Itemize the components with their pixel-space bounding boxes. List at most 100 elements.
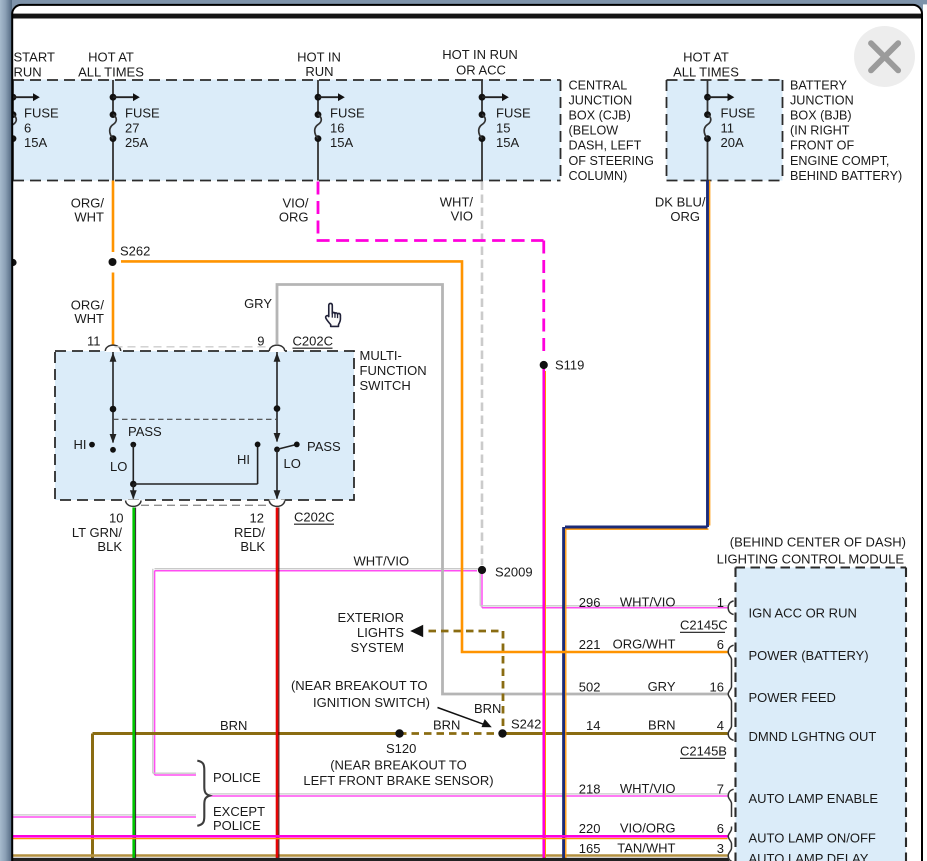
svg-text:SWITCH: SWITCH (360, 378, 411, 393)
svg-text:FUSE: FUSE (496, 106, 531, 121)
svg-text:HOT AT: HOT AT (88, 50, 134, 65)
svg-text:POLICE: POLICE (213, 770, 261, 785)
svg-text:165: 165 (579, 841, 601, 856)
svg-text:S262: S262 (120, 243, 150, 258)
svg-text:7: 7 (717, 782, 724, 797)
svg-text:20A: 20A (721, 135, 744, 150)
svg-text:TAN/WHT: TAN/WHT (617, 841, 675, 856)
svg-text:WHT: WHT (74, 311, 104, 326)
svg-text:BRN: BRN (433, 718, 460, 733)
svg-text:IGN ACC OR RUN: IGN ACC OR RUN (749, 606, 857, 621)
svg-text:3: 3 (717, 841, 724, 856)
svg-text:GRY: GRY (244, 296, 272, 311)
svg-text:FUSE: FUSE (330, 106, 365, 121)
svg-text:220: 220 (579, 821, 601, 836)
svg-text:C2145B: C2145B (680, 744, 727, 759)
svg-text:GRY: GRY (648, 679, 676, 694)
svg-text:PASS: PASS (307, 439, 341, 454)
svg-text:502: 502 (579, 680, 601, 695)
svg-text:11: 11 (87, 334, 101, 349)
svg-text:CENTRAL: CENTRAL (569, 78, 628, 92)
svg-text:LIGHTING CONTROL MODULE: LIGHTING CONTROL MODULE (717, 552, 905, 567)
svg-text:RUN: RUN (14, 65, 42, 80)
svg-text:4: 4 (717, 718, 724, 733)
svg-text:15A: 15A (330, 135, 353, 150)
svg-text:1: 1 (717, 595, 724, 610)
svg-text:DASH, LEFT: DASH, LEFT (569, 139, 642, 153)
svg-text:BOX (BJB): BOX (BJB) (790, 109, 852, 123)
svg-text:VIO/: VIO/ (282, 196, 308, 211)
svg-text:ALL TIMES: ALL TIMES (673, 65, 739, 80)
svg-text:POWER (BATTERY): POWER (BATTERY) (749, 648, 869, 663)
svg-text:15A: 15A (24, 135, 47, 150)
svg-text:ENGINE COMPT,: ENGINE COMPT, (790, 154, 889, 168)
svg-text:WHT: WHT (74, 210, 104, 225)
svg-text:6: 6 (717, 637, 724, 652)
svg-text:BLK: BLK (97, 539, 122, 554)
svg-text:S2009: S2009 (495, 565, 533, 580)
svg-text:ORG/WHT: ORG/WHT (613, 637, 676, 652)
svg-text:FRONT OF: FRONT OF (790, 139, 854, 153)
svg-text:ORG: ORG (279, 210, 309, 225)
svg-text:VIO/ORG: VIO/ORG (620, 821, 676, 836)
svg-text:BATTERY: BATTERY (790, 78, 848, 92)
svg-text:LO: LO (284, 456, 301, 471)
svg-text:12: 12 (250, 511, 264, 526)
svg-text:11: 11 (721, 121, 735, 136)
svg-text:15A: 15A (496, 135, 519, 150)
svg-text:BRN: BRN (474, 701, 501, 716)
svg-text:HOT IN: HOT IN (297, 50, 341, 65)
svg-text:RUN: RUN (305, 64, 333, 79)
svg-text:BLK: BLK (240, 539, 265, 554)
svg-text:ALL TIMES: ALL TIMES (78, 65, 144, 80)
svg-text:14: 14 (586, 718, 600, 733)
svg-text:S242: S242 (511, 717, 541, 732)
svg-text:FUSE: FUSE (24, 106, 59, 121)
svg-text:BRN: BRN (220, 718, 247, 733)
svg-text:BOX (CJB): BOX (CJB) (569, 109, 631, 123)
svg-text:S119: S119 (555, 358, 584, 373)
svg-text:HI: HI (74, 437, 87, 452)
svg-text:POLICE: POLICE (213, 818, 261, 833)
svg-text:SYSTEM: SYSTEM (351, 640, 404, 655)
svg-text:AUTO LAMP ON/OFF: AUTO LAMP ON/OFF (749, 831, 876, 846)
svg-text:VIO: VIO (451, 209, 473, 224)
svg-text:16: 16 (710, 680, 724, 695)
svg-text:LIGHTS: LIGHTS (357, 625, 404, 640)
svg-text:BEHIND BATTERY): BEHIND BATTERY) (790, 169, 902, 183)
svg-text:JUNCTION: JUNCTION (790, 93, 854, 107)
svg-text:AUTO LAMP DELAY: AUTO LAMP DELAY (749, 851, 869, 861)
svg-text:FUSE: FUSE (125, 106, 160, 121)
svg-text:HOT IN RUN: HOT IN RUN (442, 47, 518, 62)
svg-text:6: 6 (717, 821, 724, 836)
svg-text:DMND LGHTNG OUT: DMND LGHTNG OUT (749, 729, 877, 744)
svg-text:HI: HI (237, 452, 250, 467)
svg-text:C202C: C202C (294, 510, 334, 525)
svg-text:LEFT FRONT BRAKE SENSOR): LEFT FRONT BRAKE SENSOR) (303, 773, 493, 788)
svg-text:FUSE: FUSE (721, 106, 756, 121)
svg-text:221: 221 (579, 637, 601, 652)
svg-text:PASS: PASS (128, 424, 162, 439)
svg-text:POWER FEED: POWER FEED (749, 690, 836, 705)
svg-text:27: 27 (125, 121, 139, 136)
svg-text:WHT/VIO: WHT/VIO (620, 781, 676, 796)
svg-text:6: 6 (24, 121, 31, 136)
svg-text:EXCEPT: EXCEPT (213, 804, 265, 819)
svg-text:C2145C: C2145C (680, 618, 728, 633)
svg-text:(IN RIGHT: (IN RIGHT (790, 124, 850, 138)
svg-text:(NEAR BREAKOUT TO: (NEAR BREAKOUT TO (330, 758, 467, 773)
svg-text:(BEHIND CENTER OF DASH): (BEHIND CENTER OF DASH) (730, 535, 906, 550)
svg-text:296: 296 (579, 595, 601, 610)
svg-text:C202C: C202C (293, 334, 333, 349)
svg-text:BRN: BRN (648, 718, 675, 733)
svg-text:LT GRN/: LT GRN/ (72, 525, 122, 540)
svg-text:LO: LO (110, 459, 127, 474)
svg-text:COLUMN): COLUMN) (569, 169, 628, 183)
svg-text:S120: S120 (386, 741, 416, 756)
svg-text:ORG/: ORG/ (71, 196, 105, 211)
svg-text:16: 16 (330, 121, 344, 136)
svg-text:RED/: RED/ (234, 525, 265, 540)
svg-text:FUNCTION: FUNCTION (360, 363, 427, 378)
svg-text:AUTO LAMP ENABLE: AUTO LAMP ENABLE (749, 791, 879, 806)
svg-text:ORG: ORG (670, 209, 700, 224)
